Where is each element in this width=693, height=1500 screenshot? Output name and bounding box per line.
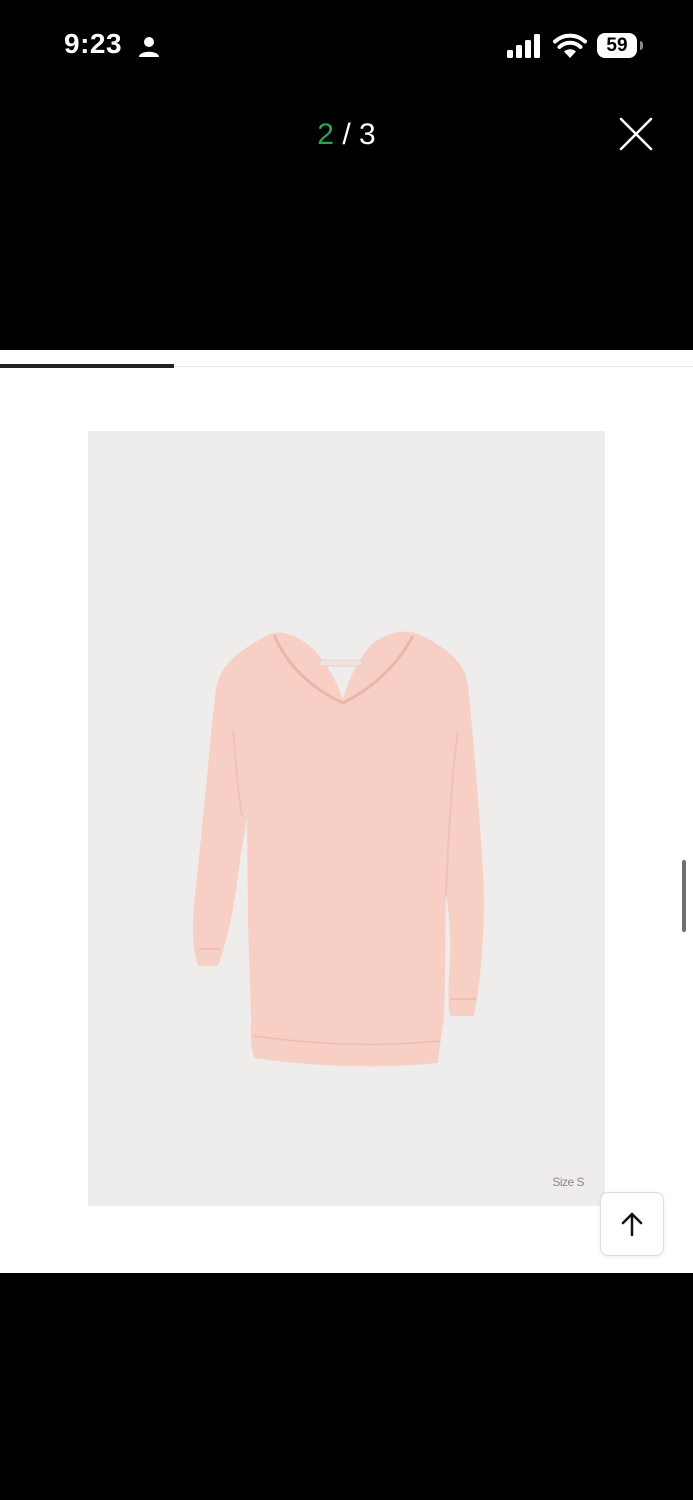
sweater-illustration — [192, 631, 484, 1067]
product-image[interactable]: Size S — [88, 431, 605, 1206]
counter-separator: / — [342, 118, 351, 151]
counter-current: 2 — [317, 118, 334, 151]
signal-icon — [507, 34, 540, 58]
viewer-header: 2 / 3 — [0, 100, 693, 180]
image-viewer-content[interactable]: Size S — [0, 350, 693, 1273]
close-icon[interactable] — [616, 114, 656, 154]
image-counter: 2 / 3 — [0, 118, 693, 152]
person-icon — [139, 37, 159, 57]
progress-fill — [0, 364, 174, 368]
counter-total: 3 — [359, 118, 376, 151]
arrow-up-icon — [621, 1212, 643, 1237]
status-time: 9:23 — [64, 28, 123, 59]
wifi-icon — [553, 33, 587, 58]
scroll-top-button[interactable] — [600, 1192, 664, 1256]
battery-icon: 59 — [597, 33, 637, 58]
scroll-indicator[interactable] — [682, 860, 686, 932]
size-label: Size S — [552, 1175, 584, 1189]
status-bar: 9:23 59 — [0, 0, 693, 95]
battery-tip — [640, 41, 643, 50]
